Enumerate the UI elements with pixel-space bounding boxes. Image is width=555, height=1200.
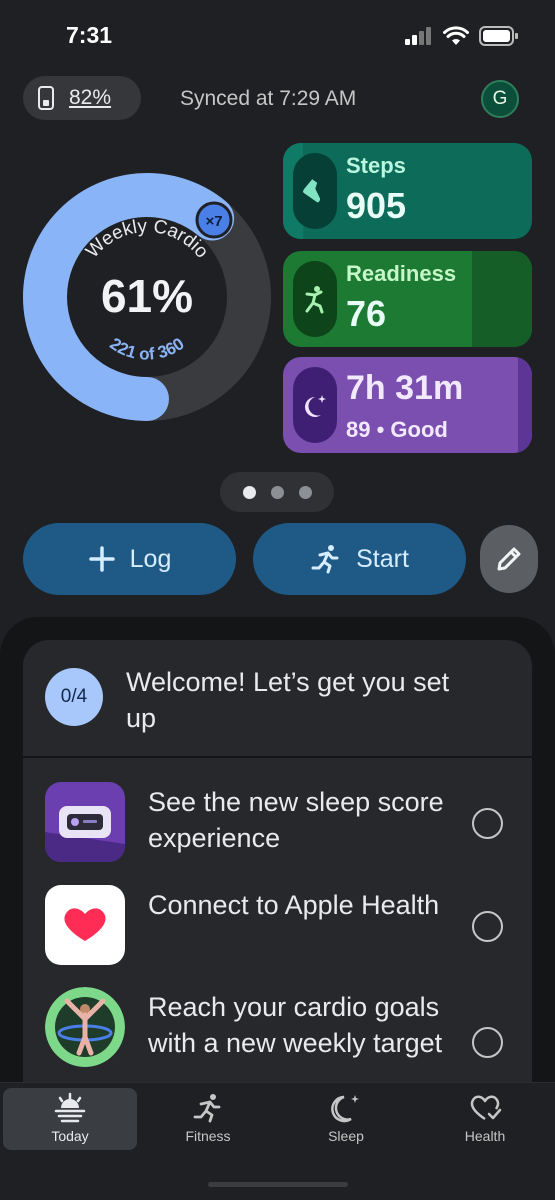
nav-label: Sleep: [328, 1128, 364, 1144]
ring-percent: 61%: [101, 270, 193, 322]
page-indicator[interactable]: [220, 472, 334, 512]
cardio-goal-thumbnail: [45, 987, 125, 1067]
nav-label: Health: [464, 1128, 506, 1144]
setup-sheet: 0/4 Welcome! Let’s get you set up See th…: [0, 617, 555, 1087]
signal-icon: [405, 27, 431, 45]
setup-card-header: 0/4 Welcome! Let’s get you set up: [23, 640, 532, 758]
log-button-label: Log: [129, 544, 172, 573]
start-button[interactable]: Start: [253, 523, 466, 595]
sleep-score-thumbnail: [45, 782, 125, 862]
heart-check-icon: [470, 1095, 502, 1121]
readiness-value: 76: [346, 293, 387, 334]
sleep-duration: 7h 31m: [346, 369, 464, 407]
readiness-person-icon: [293, 261, 337, 337]
task-text: Reach your cardio goals with a new weekl…: [148, 992, 443, 1058]
wifi-icon: [443, 26, 469, 45]
task-radio[interactable]: [472, 808, 503, 839]
sleep-edge: [518, 357, 532, 453]
sleep-score: 89 • Good: [346, 417, 448, 442]
edit-button[interactable]: [480, 525, 538, 593]
list-item[interactable]: Reach your cardio goals with a new weekl…: [23, 987, 532, 1087]
pencil-icon: [497, 547, 521, 571]
task-text: Connect to Apple Health: [148, 890, 440, 920]
start-button-label: Start: [356, 544, 409, 573]
system-icons: [405, 26, 519, 46]
log-button[interactable]: Log: [23, 523, 236, 595]
nav-today[interactable]: Today: [3, 1088, 137, 1150]
nav-label: Fitness: [185, 1128, 231, 1144]
device-battery-chip[interactable]: 82%: [23, 76, 141, 120]
sync-status: Synced at 7:29 AM: [180, 87, 357, 110]
moon-icon: [331, 1095, 359, 1123]
status-time: 7:31: [66, 22, 113, 48]
steps-label: Steps: [346, 153, 406, 178]
steps-value: 905: [346, 185, 407, 226]
battery-icon: [479, 26, 518, 46]
sunrise-icon: [54, 1092, 86, 1123]
task-text: See the new sleep score experience: [148, 787, 444, 853]
shoe-icon: [293, 153, 337, 229]
list-item[interactable]: Connect to Apple Health: [23, 885, 532, 975]
nav-sleep[interactable]: Sleep: [279, 1088, 413, 1150]
readiness-label: Readiness: [346, 261, 457, 286]
cardio-badge-label: ×7: [205, 213, 222, 230]
task-radio[interactable]: [472, 911, 503, 942]
nav-fitness[interactable]: Fitness: [141, 1088, 275, 1150]
task-radio[interactable]: [472, 1027, 503, 1058]
sleep-tile[interactable]: 7h 31m 89 • Good: [283, 357, 532, 453]
readiness-edge: [472, 251, 532, 347]
weekly-cardio-ring[interactable]: Weekly Cardio 61% 221 of 360 ×7: [22, 172, 272, 422]
device-battery-icon: [38, 86, 54, 110]
page-dot-3[interactable]: [298, 485, 312, 499]
nav-health[interactable]: Health: [418, 1088, 552, 1150]
page-dot-2[interactable]: [270, 485, 284, 499]
home-indicator: [208, 1182, 348, 1187]
list-item[interactable]: See the new sleep score experience: [23, 782, 532, 872]
setup-card-title: Welcome! Let’s get you set up: [126, 667, 450, 733]
nav-label: Today: [51, 1128, 89, 1144]
runner-icon: [193, 1094, 221, 1123]
status-bar: 7:31: [0, 0, 555, 70]
apple-health-icon: [45, 885, 125, 965]
readiness-tile[interactable]: Readiness 76: [283, 251, 532, 347]
top-bar: 82% Synced at 7:29 AM G: [0, 76, 555, 122]
steps-tile[interactable]: Steps 905: [283, 143, 532, 239]
setup-progress-badge: 0/4: [45, 668, 103, 726]
page-dot-1[interactable]: [242, 485, 256, 499]
plus-icon: [88, 546, 115, 572]
runner-icon: [311, 545, 339, 574]
device-battery-percent: 82%: [69, 86, 112, 109]
moon-stars-icon: [293, 367, 337, 443]
setup-card: 0/4 Welcome! Let’s get you set up See th…: [23, 640, 532, 1087]
avatar[interactable]: G: [481, 80, 519, 118]
